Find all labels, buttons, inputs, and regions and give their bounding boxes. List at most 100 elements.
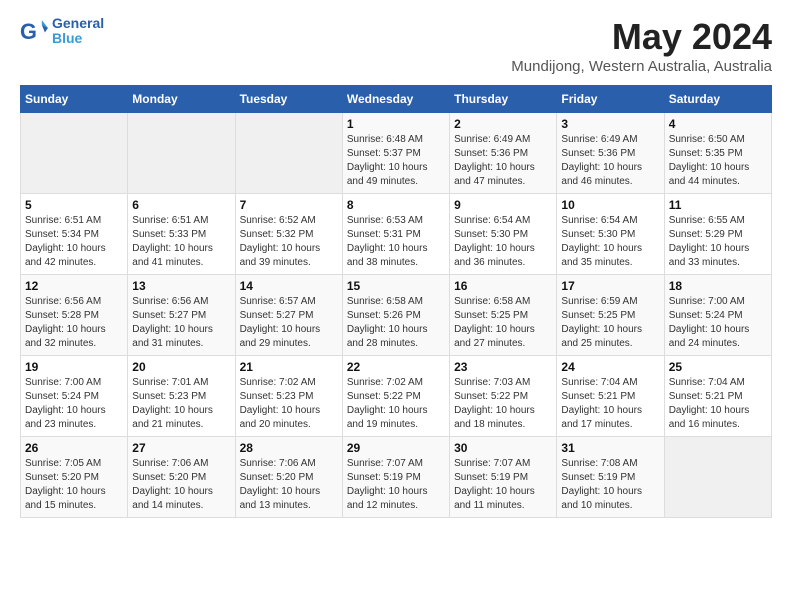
calendar-table: SundayMondayTuesdayWednesdayThursdayFrid… (20, 85, 772, 518)
calendar-cell: 29Sunrise: 7:07 AMSunset: 5:19 PMDayligh… (342, 437, 449, 518)
day-number: 24 (561, 360, 659, 374)
calendar-cell: 6 Sunrise: 6:51 AMSunset: 5:33 PMDaylight… (128, 194, 235, 275)
day-info: Sunrise: 6:58 AMSunset: 5:25 PMDaylight:… (454, 295, 552, 351)
day-info: Sunrise: 6:52 AMSunset: 5:32 PMDaylight:… (240, 214, 338, 270)
weekday-header-tuesday: Tuesday (235, 86, 342, 113)
calendar-cell: 16Sunrise: 6:58 AMSunset: 5:25 PMDayligh… (450, 275, 557, 356)
main-title: May 2024 (511, 16, 772, 58)
calendar-cell: 28 Sunrise: 7:06 AMSunset: 5:20 PMDayligh… (235, 437, 342, 518)
calendar-cell: 26 Sunrise: 7:05 AMSunset: 5:20 PMDayligh… (21, 437, 128, 518)
svg-text:G: G (20, 19, 37, 44)
calendar-week-row: 1 Sunrise: 6:48 AMSunset: 5:37 PMDaylight… (21, 113, 772, 194)
weekday-header-sunday: Sunday (21, 86, 128, 113)
day-number: 17 (561, 279, 659, 293)
calendar-cell: 10 Sunrise: 6:54 AMSunset: 5:30 PMDayligh… (557, 194, 664, 275)
day-number: 15 (347, 279, 445, 293)
day-info: Sunrise: 6:58 AMSunset: 5:26 PMDaylight:… (347, 295, 445, 351)
day-number: 7 (240, 198, 338, 212)
day-info: Sunrise: 6:49 AMSunset: 5:36 PMDaylight:… (454, 133, 552, 189)
day-number: 20 (132, 360, 230, 374)
calendar-week-row: 19Sunrise: 7:00 AMSunset: 5:24 PMDayligh… (21, 356, 772, 437)
day-info: Sunrise: 6:51 AMSunset: 5:33 PMDaylight:… (132, 214, 230, 270)
calendar-cell (21, 113, 128, 194)
day-info: Sunrise: 7:05 AMSunset: 5:20 PMDaylight:… (25, 457, 123, 513)
calendar-cell: 20 Sunrise: 7:01 AMSunset: 5:23 PMDayligh… (128, 356, 235, 437)
day-number: 26 (25, 441, 123, 455)
calendar-cell: 15 Sunrise: 6:58 AMSunset: 5:26 PMDayligh… (342, 275, 449, 356)
calendar-cell: 11Sunrise: 6:55 AMSunset: 5:29 PMDayligh… (664, 194, 771, 275)
day-info: Sunrise: 6:56 AMSunset: 5:27 PMDaylight:… (132, 295, 230, 351)
day-number: 31 (561, 441, 659, 455)
calendar-cell: 5Sunrise: 6:51 AMSunset: 5:34 PMDaylight… (21, 194, 128, 275)
calendar-cell: 1 Sunrise: 6:48 AMSunset: 5:37 PMDaylight… (342, 113, 449, 194)
weekday-header-friday: Friday (557, 86, 664, 113)
day-number: 19 (25, 360, 123, 374)
day-number: 18 (669, 279, 767, 293)
day-number: 4 (669, 117, 767, 131)
weekday-header-monday: Monday (128, 86, 235, 113)
calendar-cell: 18 Sunrise: 7:00 AMSunset: 5:24 PMDayligh… (664, 275, 771, 356)
calendar-header: SundayMondayTuesdayWednesdayThursdayFrid… (21, 86, 772, 113)
logo-text: General Blue (52, 16, 104, 47)
calendar-cell: 24 Sunrise: 7:04 AMSunset: 5:21 PMDayligh… (557, 356, 664, 437)
logo-icon: G (20, 17, 48, 45)
calendar-cell (235, 113, 342, 194)
day-info: Sunrise: 6:56 AMSunset: 5:28 PMDaylight:… (25, 295, 123, 351)
day-info: Sunrise: 6:57 AMSunset: 5:27 PMDaylight:… (240, 295, 338, 351)
day-info: Sunrise: 6:54 AMSunset: 5:30 PMDaylight:… (454, 214, 552, 270)
day-info: Sunrise: 6:48 AMSunset: 5:37 PMDaylight:… (347, 133, 445, 189)
day-info: Sunrise: 7:06 AMSunset: 5:20 PMDaylight:… (132, 457, 230, 513)
day-info: Sunrise: 6:49 AMSunset: 5:36 PMDaylight:… (561, 133, 659, 189)
calendar-cell: 2 Sunrise: 6:49 AMSunset: 5:36 PMDaylight… (450, 113, 557, 194)
day-number: 12 (25, 279, 123, 293)
day-number: 9 (454, 198, 552, 212)
day-info: Sunrise: 6:51 AMSunset: 5:34 PMDaylight:… (25, 214, 123, 270)
day-info: Sunrise: 7:00 AMSunset: 5:24 PMDaylight:… (669, 295, 767, 351)
calendar-cell: 27Sunrise: 7:06 AMSunset: 5:20 PMDayligh… (128, 437, 235, 518)
calendar-cell: 30Sunrise: 7:07 AMSunset: 5:19 PMDayligh… (450, 437, 557, 518)
day-info: Sunrise: 7:02 AMSunset: 5:22 PMDaylight:… (347, 376, 445, 432)
day-info: Sunrise: 6:53 AMSunset: 5:31 PMDaylight:… (347, 214, 445, 270)
day-number: 10 (561, 198, 659, 212)
calendar-week-row: 26 Sunrise: 7:05 AMSunset: 5:20 PMDayligh… (21, 437, 772, 518)
calendar-cell (664, 437, 771, 518)
day-info: Sunrise: 6:59 AMSunset: 5:25 PMDaylight:… (561, 295, 659, 351)
day-number: 13 (132, 279, 230, 293)
calendar-cell: 7 Sunrise: 6:52 AMSunset: 5:32 PMDaylight… (235, 194, 342, 275)
calendar-week-row: 12 Sunrise: 6:56 AMSunset: 5:28 PMDayligh… (21, 275, 772, 356)
day-info: Sunrise: 7:04 AMSunset: 5:21 PMDaylight:… (561, 376, 659, 432)
day-info: Sunrise: 7:06 AMSunset: 5:20 PMDaylight:… (240, 457, 338, 513)
calendar-cell: 3Sunrise: 6:49 AMSunset: 5:36 PMDaylight… (557, 113, 664, 194)
day-number: 28 (240, 441, 338, 455)
weekday-header-row: SundayMondayTuesdayWednesdayThursdayFrid… (21, 86, 772, 113)
day-number: 6 (132, 198, 230, 212)
day-number: 11 (669, 198, 767, 212)
day-info: Sunrise: 7:08 AMSunset: 5:19 PMDaylight:… (561, 457, 659, 513)
calendar-cell: 9 Sunrise: 6:54 AMSunset: 5:30 PMDaylight… (450, 194, 557, 275)
day-info: Sunrise: 7:04 AMSunset: 5:21 PMDaylight:… (669, 376, 767, 432)
day-info: Sunrise: 7:02 AMSunset: 5:23 PMDaylight:… (240, 376, 338, 432)
day-number: 1 (347, 117, 445, 131)
day-info: Sunrise: 7:01 AMSunset: 5:23 PMDaylight:… (132, 376, 230, 432)
weekday-header-thursday: Thursday (450, 86, 557, 113)
calendar-cell (128, 113, 235, 194)
day-info: Sunrise: 6:54 AMSunset: 5:30 PMDaylight:… (561, 214, 659, 270)
day-info: Sunrise: 7:03 AMSunset: 5:22 PMDaylight:… (454, 376, 552, 432)
day-number: 22 (347, 360, 445, 374)
day-number: 8 (347, 198, 445, 212)
calendar-cell: 23Sunrise: 7:03 AMSunset: 5:22 PMDayligh… (450, 356, 557, 437)
day-number: 30 (454, 441, 552, 455)
day-number: 25 (669, 360, 767, 374)
day-number: 2 (454, 117, 552, 131)
calendar-cell: 13 Sunrise: 6:56 AMSunset: 5:27 PMDayligh… (128, 275, 235, 356)
header: G General Blue May 2024 Mundijong, Weste… (20, 16, 772, 75)
day-info: Sunrise: 7:07 AMSunset: 5:19 PMDaylight:… (347, 457, 445, 513)
calendar-cell: 19Sunrise: 7:00 AMSunset: 5:24 PMDayligh… (21, 356, 128, 437)
weekday-header-saturday: Saturday (664, 86, 771, 113)
title-area: May 2024 Mundijong, Western Australia, A… (511, 16, 772, 75)
day-number: 21 (240, 360, 338, 374)
calendar-cell: 17 Sunrise: 6:59 AMSunset: 5:25 PMDayligh… (557, 275, 664, 356)
calendar-cell: 8 Sunrise: 6:53 AMSunset: 5:31 PMDaylight… (342, 194, 449, 275)
calendar-cell: 14Sunrise: 6:57 AMSunset: 5:27 PMDayligh… (235, 275, 342, 356)
subtitle: Mundijong, Western Australia, Australia (511, 58, 772, 75)
